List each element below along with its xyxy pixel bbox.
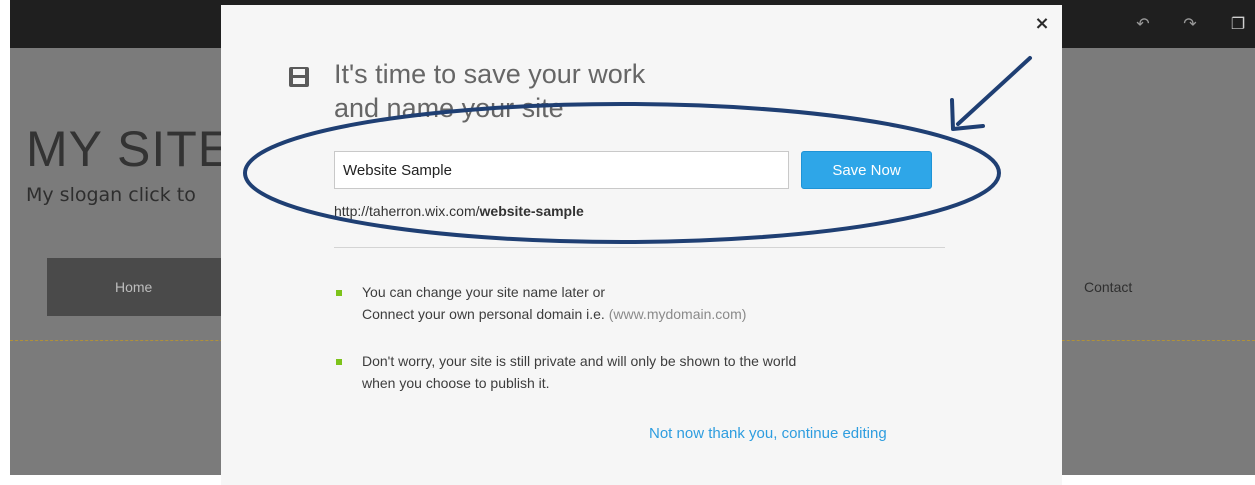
heading-line-1: It's time to save your work xyxy=(334,59,646,89)
info-site-name: You can change your site name later or C… xyxy=(362,284,747,322)
dialog-divider xyxy=(334,247,945,248)
site-url-slug: website-sample xyxy=(479,203,584,219)
undo-icon[interactable]: ↶ xyxy=(1133,14,1153,34)
nav-item-contact[interactable]: Contact xyxy=(1084,279,1132,295)
save-site-dialog: × It's time to save your work and name y… xyxy=(221,5,1062,485)
redo-icon[interactable]: ↷ xyxy=(1180,14,1200,34)
domain-example: (www.mydomain.com) xyxy=(608,306,747,322)
site-title[interactable]: MY SITE xyxy=(26,120,232,178)
close-button[interactable]: × xyxy=(1031,13,1053,35)
heading-line-2: and name your site xyxy=(334,93,564,123)
copy-icon[interactable]: ❐ xyxy=(1228,14,1248,34)
site-slogan[interactable]: My slogan click to xyxy=(26,184,196,206)
site-name-input[interactable] xyxy=(334,151,789,189)
nav-item-home[interactable]: Home xyxy=(47,258,247,316)
dialog-heading: It's time to save your work and name you… xyxy=(334,57,645,125)
site-url-prefix: http://taherron.wix.com/ xyxy=(334,203,480,219)
bullet-icon xyxy=(336,359,342,365)
continue-editing-link[interactable]: Not now thank you, continue editing xyxy=(649,425,887,442)
floppy-disk-icon xyxy=(289,67,309,87)
site-url-preview: http://taherron.wix.com/website-sample xyxy=(334,203,584,219)
bullet-icon xyxy=(336,290,342,296)
save-now-button[interactable]: Save Now xyxy=(801,151,932,189)
info-private-site: Don't worry, your site is still private … xyxy=(362,353,797,391)
